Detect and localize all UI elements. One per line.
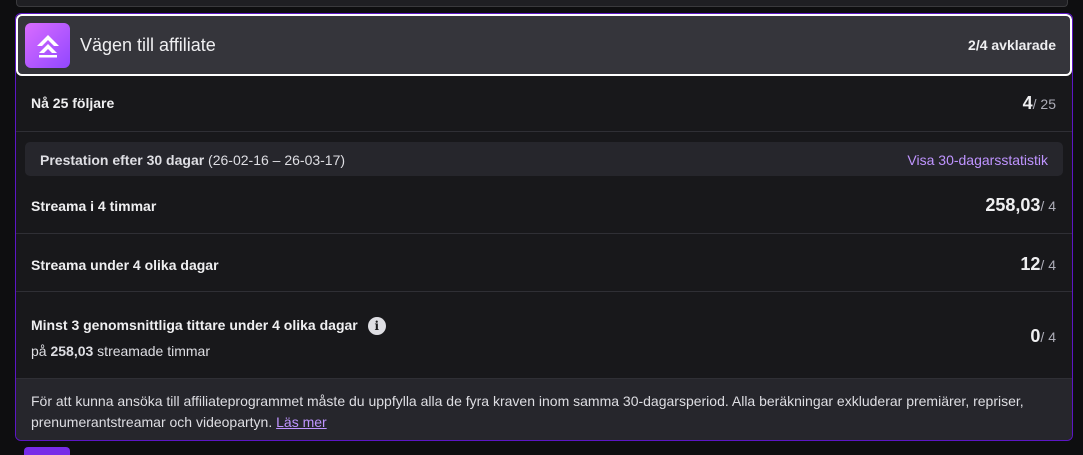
requirement-row-days: Streama under 4 olika dagar 12/ 4 (16, 233, 1072, 291)
view-30-day-stats-link[interactable]: Visa 30-dagarsstatistik (907, 152, 1048, 168)
progress-count: 2/4 avklarade (968, 37, 1056, 53)
info-icon[interactable]: i (367, 317, 386, 336)
current-value: 0 (1030, 326, 1041, 346)
requirement-label: Nå 25 följare (31, 95, 115, 111)
period-range: (26-02-16 – 26-03-17) (204, 152, 346, 168)
target-value: / 4 (1040, 198, 1056, 214)
requirement-label: Streama under 4 olika dagar (31, 257, 219, 273)
divider (16, 131, 1072, 133)
requirement-label: Minst 3 genomsnittliga tittare under 4 o… (31, 317, 386, 336)
subline-prefix: på (31, 343, 51, 359)
read-more-link[interactable]: Läs mer (276, 414, 327, 430)
current-value: 12 (1020, 254, 1041, 274)
subline-hours: 258,03 (50, 343, 94, 359)
card-title: Vägen till affiliate (80, 35, 216, 55)
requirement-value: 4/ 25 (1023, 93, 1056, 114)
next-card-badge-peek (24, 447, 70, 455)
requirement-value: 258,03/ 4 (985, 195, 1056, 216)
target-value: / 25 (1032, 96, 1056, 112)
footer-text: För att kunna ansöka till affiliateprogr… (31, 391, 1051, 433)
current-value: 258,03 (985, 195, 1041, 215)
card-header[interactable]: Vägen till affiliate 2/4 avklarade (16, 14, 1072, 76)
target-value: / 4 (1040, 257, 1056, 273)
affiliate-badge (25, 23, 70, 68)
target-value: / 4 (1040, 329, 1056, 345)
period-bar: Prestation efter 30 dagar (26-02-16 – 26… (25, 142, 1063, 176)
requirement-row-followers: Nå 25 följare 4/ 25 (16, 74, 1072, 131)
footer-body: För att kunna ansöka till affiliateprogr… (31, 393, 1024, 430)
info-footer: För att kunna ansöka till affiliateprogr… (16, 378, 1072, 440)
period-title: Prestation efter 30 dagar (40, 152, 205, 168)
period-label: Prestation efter 30 dagar (26-02-16 – 26… (40, 152, 345, 168)
requirement-label-text: Minst 3 genomsnittliga tittare under 4 o… (31, 317, 358, 333)
current-value: 4 (1022, 93, 1033, 113)
requirement-value: 0/ 4 (1030, 326, 1056, 347)
previous-card-edge (16, 0, 1068, 7)
requirement-value: 12/ 4 (1020, 254, 1056, 275)
requirement-label: Streama i 4 timmar (31, 198, 157, 214)
requirement-row-viewers: Minst 3 genomsnittliga tittare under 4 o… (16, 291, 1072, 379)
requirement-row-hours: Streama i 4 timmar 258,03/ 4 (16, 176, 1072, 233)
subline-suffix: streamade timmar (93, 343, 210, 359)
affiliate-arrow-icon (37, 35, 59, 58)
affiliate-path-card: Vägen till affiliate 2/4 avklarade Nå 25… (15, 13, 1073, 441)
requirement-subline: på 258,03 streamade timmar (31, 343, 210, 359)
